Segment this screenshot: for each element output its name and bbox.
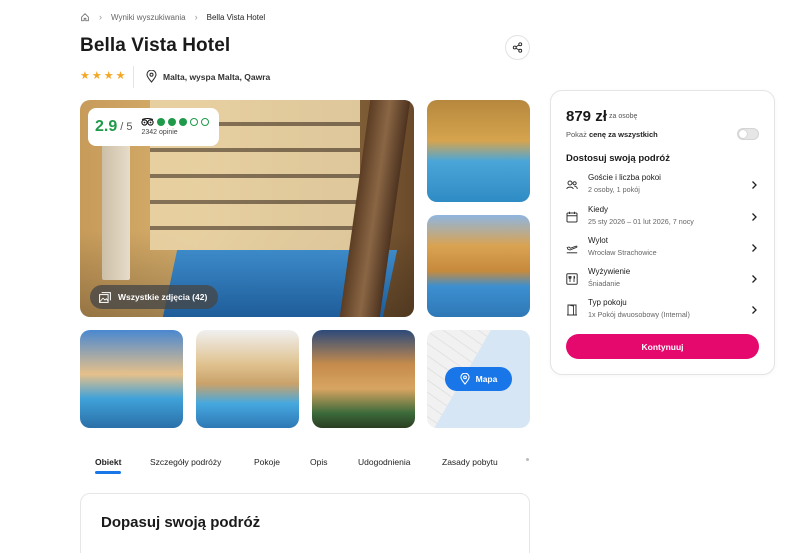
star-icon: ★	[115, 70, 126, 82]
rating-bubble-filled	[179, 118, 188, 126]
hotel-photo-thumbnail[interactable]	[427, 215, 530, 317]
total-price-bold: cenę za wszystkich	[588, 130, 658, 139]
customize-heading: Dostosuj swoją podróż	[566, 153, 670, 164]
star-icon: ★	[80, 70, 90, 82]
map-button-label: Mapa	[475, 374, 498, 384]
tabs-overflow-indicator	[526, 458, 529, 461]
guests-icon	[566, 180, 578, 190]
divider	[133, 66, 134, 88]
all-photos-label: Wszystkie zdjęcia (42)	[118, 292, 208, 302]
tripadvisor-owl-icon	[141, 118, 155, 126]
hotel-photo-thumbnail[interactable]	[312, 330, 415, 428]
option-departure[interactable]: Wylot Wrocław Strachowice	[566, 236, 762, 262]
hotel-stars: ★ ★ ★ ★	[80, 71, 126, 82]
rating-card: 2.9 / 5 2342 opinie	[88, 108, 219, 146]
location-pin-icon	[459, 373, 470, 385]
hotel-photo-thumbnail[interactable]	[80, 330, 183, 428]
chevron-right-icon	[752, 275, 757, 283]
hotel-photo-thumbnail[interactable]	[196, 330, 299, 428]
page-title: Bella Vista Hotel	[80, 35, 231, 56]
reviews-count[interactable]: 2342 opinie	[141, 129, 209, 136]
total-price-toggle-label: Pokaż cenę za wszystkich	[566, 130, 658, 139]
rating-bubble-empty	[190, 118, 199, 126]
calendar-icon	[566, 211, 578, 223]
tab-opis[interactable]: Opis	[310, 457, 327, 467]
option-value: 2 osoby, 1 pokój	[588, 185, 640, 194]
option-value: 25 sty 2026 – 01 lut 2026, 7 nocy	[588, 217, 694, 226]
option-label: Goście i liczba pokoi	[588, 173, 661, 182]
star-icon: ★	[103, 70, 114, 82]
breadcrumb-search-results[interactable]: Wyniki wyszukiwania	[111, 13, 186, 22]
rating-bubble-empty	[201, 118, 210, 126]
meal-icon	[566, 273, 578, 285]
option-label: Kiedy	[588, 205, 609, 214]
continue-button[interactable]: Kontynuuj	[566, 334, 759, 359]
gallery-icon	[99, 291, 111, 303]
price-per-person: za osobę	[609, 113, 638, 120]
home-icon[interactable]	[80, 12, 90, 22]
hotel-photo-thumbnail[interactable]	[427, 100, 530, 202]
option-value: 1x Pokój dwuosobowy (Internal)	[588, 310, 690, 319]
tripadvisor-rating: 2342 opinie	[141, 118, 210, 136]
chevron-right-icon	[752, 244, 757, 252]
hotel-location[interactable]: Malta, wyspa Malta, Qawra	[146, 70, 270, 83]
chevron-right-icon: ›	[99, 12, 102, 22]
option-value: Śniadanie	[588, 279, 620, 288]
breadcrumb: › Wyniki wyszukiwania › Bella Vista Hote…	[80, 10, 265, 24]
rating-score: 2.9	[95, 118, 118, 135]
chevron-right-icon	[752, 181, 757, 189]
total-price-toggle[interactable]	[737, 128, 759, 140]
option-value: Wrocław Strachowice	[588, 248, 657, 257]
option-meals[interactable]: Wyżywienie Śniadanie	[566, 267, 762, 293]
tab-udogodnienia[interactable]: Udogodnienia	[358, 457, 410, 467]
option-dates[interactable]: Kiedy 25 sty 2026 – 01 lut 2026, 7 nocy	[566, 205, 762, 231]
rating-bubble-filled	[157, 118, 166, 126]
section-tabs: Obiekt Szczegóły podróży Pokoje Opis Udo…	[80, 450, 530, 478]
share-button[interactable]	[505, 35, 530, 60]
option-label: Wylot	[588, 236, 608, 245]
tab-obiekt[interactable]: Obiekt	[95, 457, 121, 467]
map-button[interactable]: Mapa	[445, 367, 512, 391]
star-icon: ★	[91, 70, 102, 82]
tab-pokoje[interactable]: Pokoje	[254, 457, 280, 467]
chevron-right-icon	[752, 306, 757, 314]
chevron-right-icon	[752, 213, 757, 221]
all-photos-button[interactable]: Wszystkie zdjęcia (42)	[90, 285, 219, 309]
rating-scale: / 5	[120, 121, 133, 133]
breadcrumb-current: Bella Vista Hotel	[206, 12, 266, 22]
location-pin-icon	[146, 70, 157, 83]
option-label: Typ pokoju	[588, 298, 627, 307]
active-tab-indicator	[95, 471, 121, 474]
price: 879 zł	[566, 108, 607, 125]
section-title: Dopasuj swoją podróż	[101, 514, 261, 531]
option-room-type[interactable]: Typ pokoju 1x Pokój dwuosobowy (Internal…	[566, 298, 762, 324]
total-price-prefix: Pokaż	[566, 130, 589, 139]
option-label: Wyżywienie	[588, 267, 631, 276]
door-icon	[567, 304, 577, 316]
tab-szczegoly-podrozy[interactable]: Szczegóły podróży	[150, 457, 221, 467]
toggle-knob	[739, 130, 747, 138]
location-text: Malta, wyspa Malta, Qawra	[163, 71, 271, 82]
share-icon	[512, 42, 523, 53]
tab-zasady-pobytu[interactable]: Zasady pobytu	[442, 457, 498, 467]
option-guests-rooms[interactable]: Goście i liczba pokoi 2 osoby, 1 pokój	[566, 173, 762, 199]
plane-icon	[566, 245, 578, 254]
chevron-right-icon: ›	[194, 12, 198, 22]
rating-bubble-filled	[168, 118, 177, 126]
